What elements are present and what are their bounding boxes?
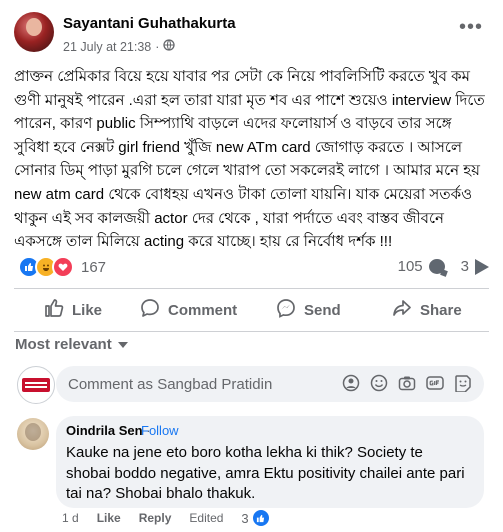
globe-icon [163,39,176,54]
meta-separator: · [155,39,160,54]
comment-label: Comment [168,301,238,319]
author-avatar[interactable] [14,12,54,52]
comment-composer[interactable] [56,366,484,402]
camera-icon[interactable] [398,374,416,392]
post-author[interactable]: Sayantani Guhathakurta [63,15,236,32]
send-button[interactable]: Send [276,296,341,324]
commenter-avatar[interactable] [17,418,49,450]
send-label: Send [304,301,341,319]
engagement-counts: 105 3 [398,258,489,275]
share-button[interactable]: Share [392,296,462,324]
shares-count[interactable]: 3 [461,258,469,275]
comment-edited-label[interactable]: Edited [189,511,223,525]
like-icon [252,510,269,526]
reactions-count[interactable]: 167 [81,259,106,276]
comment-reactions[interactable]: 3 [241,510,269,526]
comment-bubble: Oindrila Sen · Follow Kauke na jene eto … [56,416,484,508]
comment-like-button[interactable]: Like [97,511,121,525]
share-icon [392,298,412,322]
comment-sort-dropdown[interactable]: Most relevant [15,336,128,353]
thumbs-up-icon [44,298,64,322]
like-label: Like [72,301,103,319]
comment-bubble-icon [428,259,445,274]
divider [14,331,489,332]
comment-actions: 1 d Like Reply Edited 3 [62,510,269,526]
avatar-sticker-icon[interactable] [342,374,360,392]
love-icon [52,256,74,278]
reactions-summary[interactable]: 167 [18,256,106,278]
comment-author[interactable]: Oindrila Sen · [66,423,151,438]
sort-label: Most relevant [15,336,112,353]
sticker-icon[interactable] [454,374,472,392]
post-timestamp[interactable]: 21 July at 21:38 [63,40,151,54]
comments-count[interactable]: 105 [398,258,423,275]
follow-button[interactable]: Follow [141,423,179,438]
page-avatar[interactable] [17,366,55,404]
comment-author-name[interactable]: Oindrila Sen [66,423,143,438]
comment-icon [140,298,160,322]
comment-like-count: 3 [241,510,249,526]
comment-input[interactable] [56,366,350,402]
caret-down-icon [117,341,128,348]
like-button[interactable]: Like [44,296,102,324]
divider [14,288,489,289]
share-arrow-icon [475,258,489,275]
share-label: Share [420,301,462,319]
messenger-icon [276,298,296,322]
post-text: প্রাক্তন প্রেমিকার বিয়ে হয়ে যাবার পর স… [14,68,485,251]
comment-reply-button[interactable]: Reply [139,511,172,525]
comment-button[interactable]: Comment [140,296,237,324]
gif-icon[interactable] [426,374,444,392]
comment-text: Kauke na jene eto boro kotha lekha ki th… [66,444,465,502]
post-meta: 21 July at 21:38 · [63,39,176,54]
more-dots-icon[interactable]: ••• [459,17,483,37]
emoji-icon[interactable] [370,374,388,392]
comment-age[interactable]: 1 d [62,511,79,525]
